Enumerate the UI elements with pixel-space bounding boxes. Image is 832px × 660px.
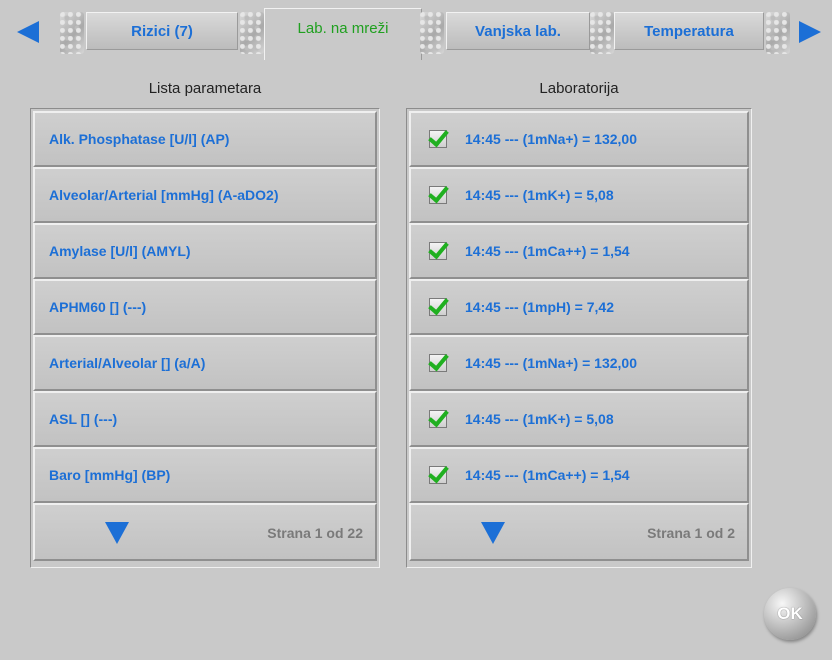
parameter-item[interactable]: Amylase [U/l] (AMYL) bbox=[33, 223, 377, 279]
parameter-label: APHM60 [] (---) bbox=[49, 299, 147, 315]
tab-temperatura[interactable]: Temperatura bbox=[614, 12, 764, 50]
checkmark-icon[interactable] bbox=[429, 354, 447, 372]
parameter-page-label: Strana 1 od 22 bbox=[267, 525, 363, 541]
checkmark-icon[interactable] bbox=[429, 186, 447, 204]
parameter-list-title: Lista parametara bbox=[148, 80, 262, 97]
tab-lab-na-mrezi[interactable]: Lab. na mreži bbox=[264, 8, 422, 60]
parameter-label: ASL [] (---) bbox=[49, 411, 118, 427]
laboratory-list-footer: Strana 1 od 2 bbox=[409, 503, 749, 561]
arrow-left-icon bbox=[17, 21, 39, 43]
arrow-right-icon bbox=[799, 21, 821, 43]
lab-result-label: 14:45 --- (1mNa+) = 132,00 bbox=[465, 131, 637, 147]
lab-result-item[interactable]: 14:45 --- (1mCa++) = 1,54 bbox=[409, 447, 749, 503]
parameter-item[interactable]: Baro [mmHg] (BP) bbox=[33, 447, 377, 503]
lab-result-item[interactable]: 14:45 --- (1mNa+) = 132,00 bbox=[409, 335, 749, 391]
laboratory-page-down-button[interactable] bbox=[481, 522, 505, 544]
lab-result-label: 14:45 --- (1mNa+) = 132,00 bbox=[465, 355, 637, 371]
triangle-down-icon bbox=[105, 522, 129, 544]
parameter-label: Amylase [U/l] (AMYL) bbox=[49, 243, 191, 259]
lab-result-label: 14:45 --- (1mpH) = 7,42 bbox=[465, 299, 614, 315]
checkmark-icon[interactable] bbox=[429, 298, 447, 316]
checkmark-icon[interactable] bbox=[429, 466, 447, 484]
parameter-item[interactable]: ASL [] (---) bbox=[33, 391, 377, 447]
tab-strip: Rizici (7) Lab. na mreži Vanjska lab. Te… bbox=[0, 0, 832, 60]
lab-result-item[interactable]: 14:45 --- (1mK+) = 5,08 bbox=[409, 391, 749, 447]
tab-separator bbox=[60, 12, 84, 54]
parameter-list-footer: Strana 1 od 22 bbox=[33, 503, 377, 561]
laboratory-title: Laboratorija bbox=[539, 80, 619, 97]
lab-result-label: 14:45 --- (1mCa++) = 1,54 bbox=[465, 467, 630, 483]
lab-result-label: 14:45 --- (1mCa++) = 1,54 bbox=[465, 243, 630, 259]
parameter-label: Arterial/Alveolar [] (a/A) bbox=[49, 355, 206, 371]
laboratory-page-label: Strana 1 od 2 bbox=[647, 525, 735, 541]
parameter-item[interactable]: Alk. Phosphatase [U/l] (AP) bbox=[33, 111, 377, 167]
parameter-item[interactable]: APHM60 [] (---) bbox=[33, 279, 377, 335]
lab-result-item[interactable]: 14:45 --- (1mCa++) = 1,54 bbox=[409, 223, 749, 279]
tab-rizici[interactable]: Rizici (7) bbox=[86, 12, 238, 50]
parameter-label: Alk. Phosphatase [U/l] (AP) bbox=[49, 131, 230, 147]
tabs-prev-button[interactable] bbox=[6, 13, 50, 51]
tab-separator bbox=[590, 12, 614, 54]
parameter-item[interactable]: Arterial/Alveolar [] (a/A) bbox=[33, 335, 377, 391]
laboratory-list: 14:45 --- (1mNa+) = 132,00 14:45 --- (1m… bbox=[406, 108, 752, 568]
tab-separator bbox=[420, 12, 444, 54]
parameter-page-down-button[interactable] bbox=[105, 522, 129, 544]
lab-result-item[interactable]: 14:45 --- (1mK+) = 5,08 bbox=[409, 167, 749, 223]
lab-result-label: 14:45 --- (1mK+) = 5,08 bbox=[465, 411, 614, 427]
tab-separator bbox=[240, 12, 264, 54]
parameter-label: Baro [mmHg] (BP) bbox=[49, 467, 171, 483]
checkmark-icon[interactable] bbox=[429, 130, 447, 148]
tab-separator bbox=[766, 12, 790, 54]
lab-result-item[interactable]: 14:45 --- (1mpH) = 7,42 bbox=[409, 279, 749, 335]
tab-vanjska-lab[interactable]: Vanjska lab. bbox=[446, 12, 590, 50]
checkmark-icon[interactable] bbox=[429, 242, 447, 260]
lab-result-label: 14:45 --- (1mK+) = 5,08 bbox=[465, 187, 614, 203]
tabs-next-button[interactable] bbox=[792, 13, 828, 51]
parameter-list: Alk. Phosphatase [U/l] (AP) Alveolar/Art… bbox=[30, 108, 380, 568]
parameter-label: Alveolar/Arterial [mmHg] (A-aDO2) bbox=[49, 187, 279, 203]
checkmark-icon[interactable] bbox=[429, 410, 447, 428]
ok-button[interactable]: OK bbox=[764, 588, 816, 640]
lab-result-item[interactable]: 14:45 --- (1mNa+) = 132,00 bbox=[409, 111, 749, 167]
parameter-item[interactable]: Alveolar/Arterial [mmHg] (A-aDO2) bbox=[33, 167, 377, 223]
triangle-down-icon bbox=[481, 522, 505, 544]
